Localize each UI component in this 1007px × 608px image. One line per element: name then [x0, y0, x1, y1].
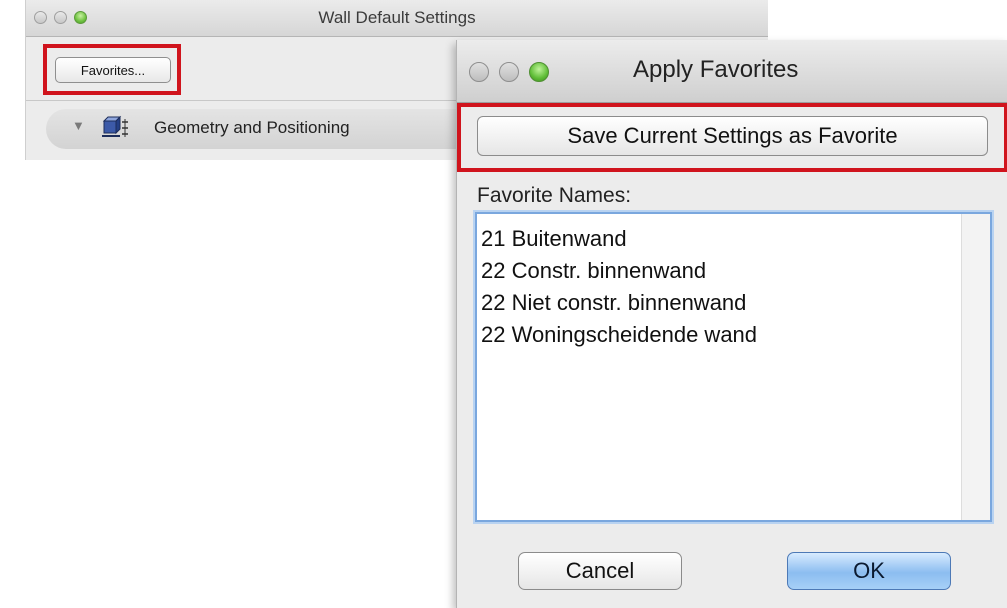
dialog-title: Apply Favorites — [633, 56, 799, 83]
save-as-favorite-button[interactable]: Save Current Settings as Favorite — [477, 116, 988, 156]
favorites-button[interactable]: Favorites... — [55, 57, 171, 83]
apply-favorites-dialog: Apply Favorites Save Current Settings as… — [456, 40, 1007, 608]
zoom-window-icon[interactable] — [529, 62, 549, 82]
wall-titlebar: Wall Default Settings — [26, 0, 768, 37]
wall-geometry-icon — [102, 115, 130, 139]
minimize-window-icon[interactable] — [499, 62, 519, 82]
window-title: Wall Default Settings — [318, 8, 476, 27]
favorite-names-label: Favorite Names: — [477, 184, 632, 207]
list-scrollbar[interactable] — [961, 214, 990, 520]
list-item[interactable]: 22 Constr. binnenwand — [481, 258, 706, 284]
ok-button[interactable]: OK — [787, 552, 951, 590]
list-item[interactable]: 21 Buitenwand — [481, 226, 627, 252]
close-window-icon[interactable] — [469, 62, 489, 82]
favorites-list[interactable]: 21 Buitenwand 22 Constr. binnenwand 22 N… — [475, 212, 992, 522]
list-item[interactable]: 22 Woningscheidende wand — [481, 322, 757, 348]
list-item[interactable]: 22 Niet constr. binnenwand — [481, 290, 746, 316]
disclosure-triangle-icon[interactable]: ▼ — [72, 118, 85, 133]
cancel-button[interactable]: Cancel — [518, 552, 682, 590]
apply-titlebar: Apply Favorites — [457, 40, 1007, 103]
geometry-panel-label: Geometry and Positioning — [154, 118, 350, 137]
